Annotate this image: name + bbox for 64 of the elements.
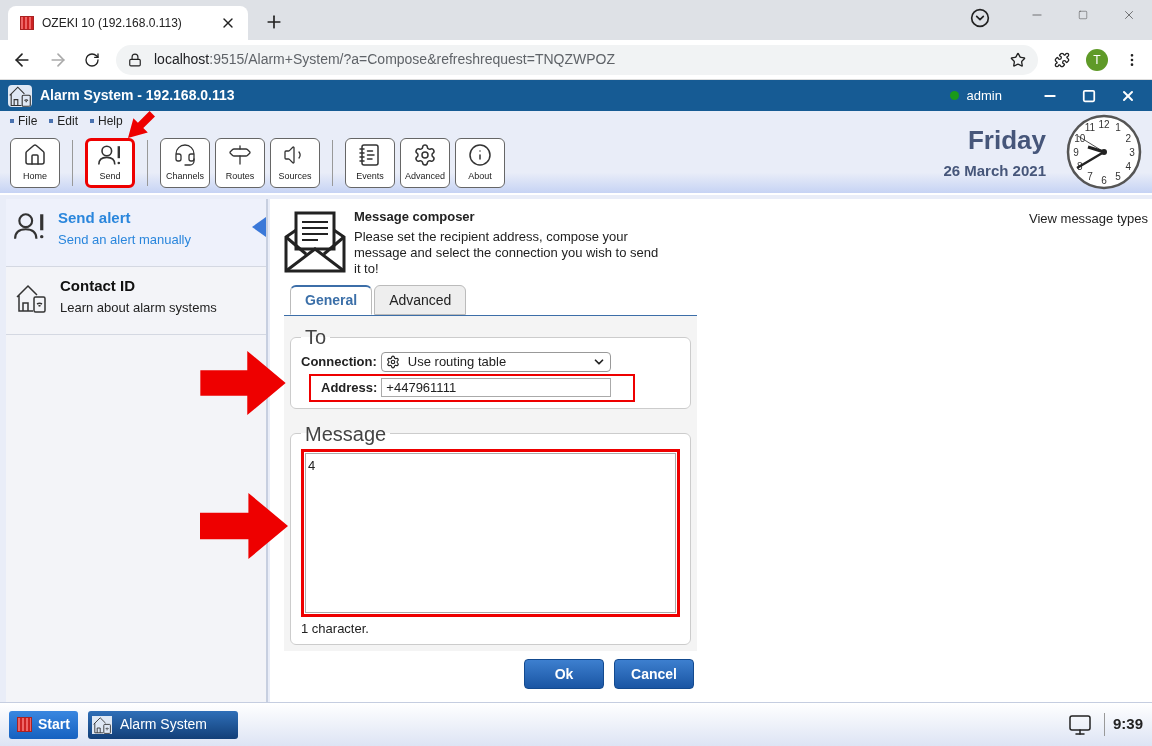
headset-icon <box>173 142 197 167</box>
item-title: Contact ID <box>60 276 136 296</box>
dialog-button[interactable]: Cancel <box>614 659 694 689</box>
browser-tab[interactable]: OZEKI 10 (192.168.0.113) <box>8 6 248 40</box>
toolbar-button[interactable]: Channels <box>160 138 210 188</box>
item-title: Send alert <box>58 208 132 228</box>
person-alert-icon <box>14 211 46 241</box>
dialog-button[interactable]: Ok <box>524 659 604 689</box>
field-label: Connection: <box>301 353 377 372</box>
taskbar-time: 9:39 <box>1103 713 1143 736</box>
annotation-arrow <box>128 111 155 138</box>
house-phone-icon <box>91 715 112 734</box>
envelope-letter-icon <box>284 209 346 275</box>
maximize-icon[interactable] <box>1082 88 1096 103</box>
view-message-types-link[interactable]: View message types <box>1029 199 1152 702</box>
grid-logo-icon <box>20 16 34 30</box>
toolbar-button[interactable]: About <box>455 138 505 188</box>
window-title: Alarm System - 192.168.0.113 <box>40 86 236 105</box>
info-icon <box>468 142 492 167</box>
item-subtitle: Send an alert manually <box>58 230 191 249</box>
composer-description: Please set the recipient address, compose your message and select the connection you wish to send it to! <box>354 229 660 277</box>
field-label: Address: <box>321 379 378 397</box>
item-subtitle: Learn about alarm systems <box>60 298 217 317</box>
settings-icon <box>413 142 437 167</box>
day-label: Friday <box>967 124 1046 158</box>
message-field[interactable]: 4 <box>305 452 676 613</box>
person-alert-icon <box>98 142 122 167</box>
sidebar-item[interactable]: Send alert Send an alert manually <box>6 199 266 267</box>
start-button[interactable]: Start <box>9 710 78 739</box>
url-text: localhost:9515/Alarm+System/?a=Compose&refreshrequest=TNQZWPOZ <box>154 50 617 69</box>
taskbar-item[interactable]: Alarm System <box>87 710 238 739</box>
settings-icon <box>385 355 400 369</box>
composer-title: Message composer <box>354 209 476 225</box>
date-label: 26 March 2021 <box>943 161 1046 182</box>
toolbar-button[interactable]: Send <box>85 138 135 188</box>
toolbar-button[interactable]: Sources <box>270 138 320 188</box>
tab-title: OZEKI 10 (192.168.0.113) <box>42 15 183 32</box>
notepad-icon <box>358 142 382 167</box>
tab[interactable]: General <box>290 285 373 315</box>
menu-item[interactable]: Help <box>90 112 123 130</box>
tab[interactable]: Advanced <box>374 285 467 315</box>
reload-icon[interactable] <box>84 51 100 68</box>
menu-item[interactable]: Edit <box>49 112 79 130</box>
bookmark-star-icon[interactable] <box>1010 51 1026 68</box>
extensions-icon[interactable] <box>1054 51 1070 68</box>
toolbar-button[interactable]: Events <box>345 138 395 188</box>
group-legend: Message <box>301 418 391 449</box>
toolbar-button[interactable]: Home <box>10 138 60 188</box>
lock-icon <box>128 52 142 67</box>
house-phone-icon <box>14 283 48 313</box>
group-legend: To <box>301 322 331 352</box>
user-name: admin <box>966 86 1002 105</box>
house-phone-icon <box>8 84 32 107</box>
url-field[interactable]: localhost:9515/Alarm+System/?a=Compose&refreshrequest=TNQZWPOZ <box>116 44 1038 75</box>
dropdown-icon[interactable] <box>970 8 990 28</box>
home-icon <box>23 142 47 167</box>
grid-logo-icon <box>17 717 32 732</box>
menu-item[interactable]: File <box>10 112 38 130</box>
toolbar-button[interactable]: Advanced <box>400 138 450 188</box>
address-field[interactable]: +447961111 <box>381 378 612 398</box>
sidebar-item[interactable]: Contact ID Learn about alarm systems <box>6 267 266 335</box>
character-count: 1 character. <box>301 619 370 638</box>
toolbar-button[interactable]: Routes <box>215 138 265 188</box>
connection-select[interactable]: Use routing table <box>380 352 611 372</box>
